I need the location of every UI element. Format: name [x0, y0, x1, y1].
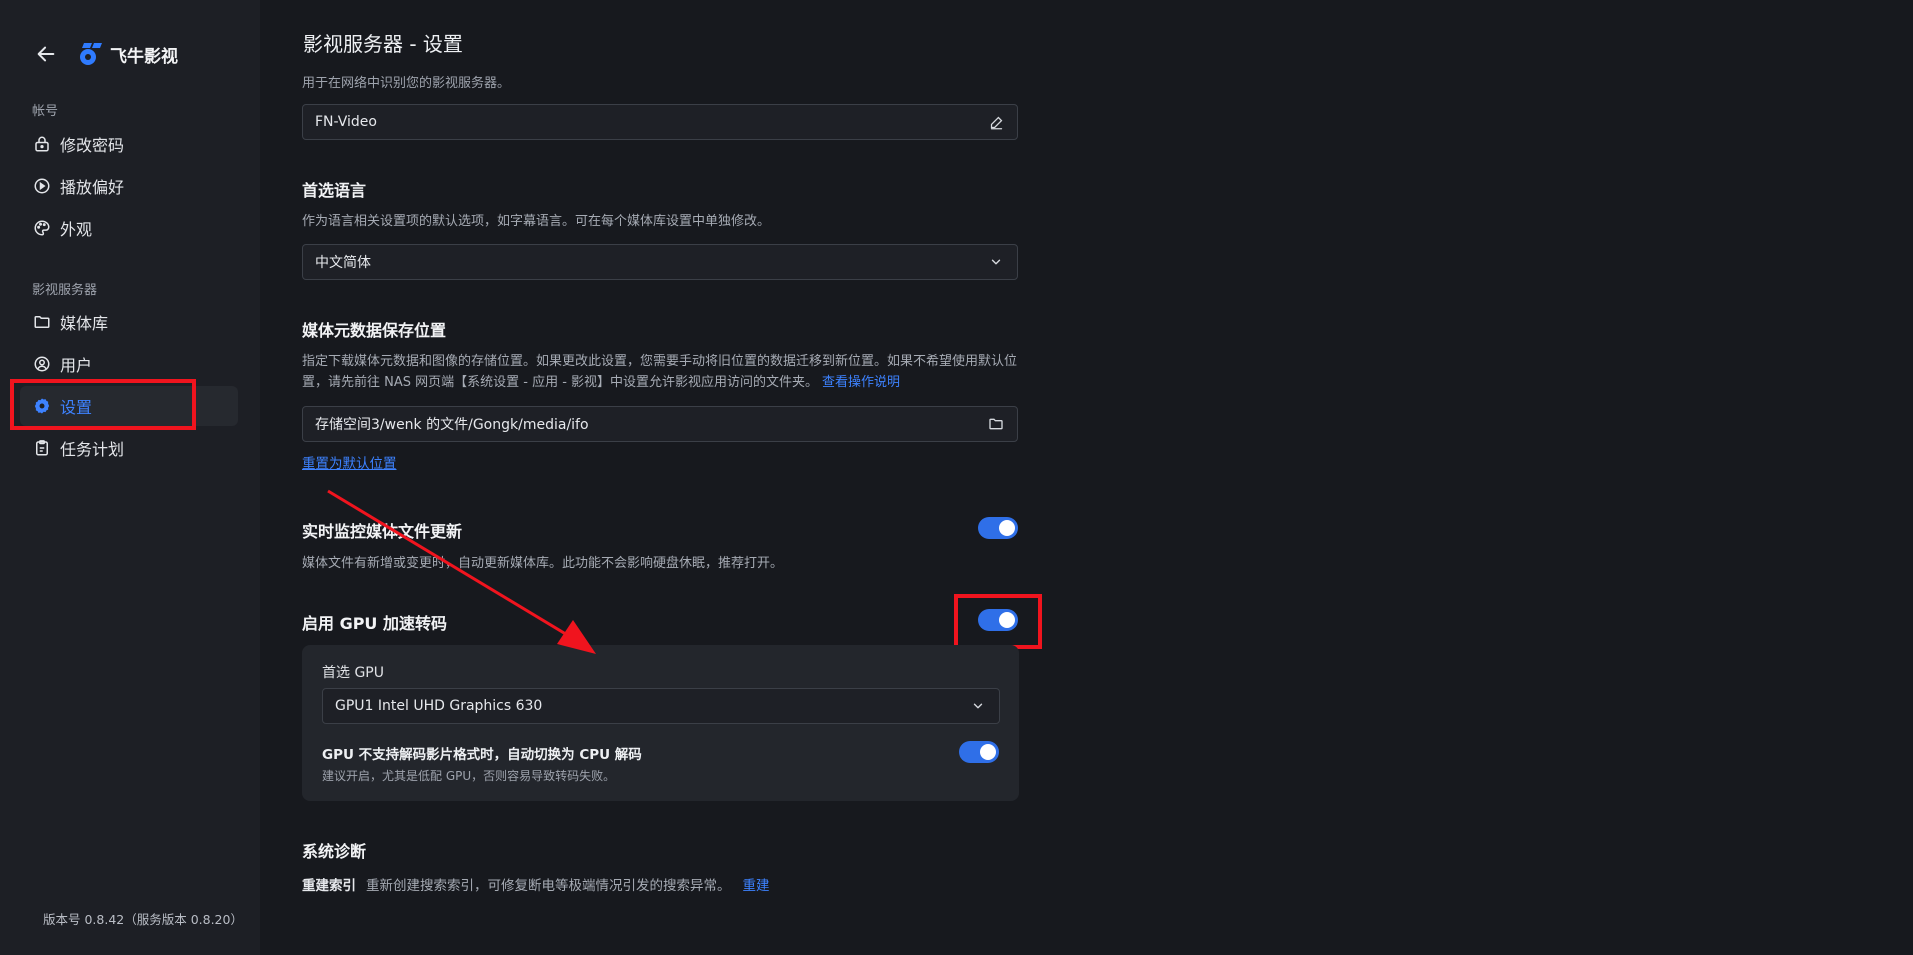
- sidebar-item-label: 外观: [60, 220, 93, 239]
- back-arrow-icon[interactable]: [32, 40, 60, 68]
- metadata-description: 指定下载媒体元数据和图像的存储位置。如果更改此设置，您需要手动将旧位置的数据迁移…: [302, 351, 1032, 393]
- sidebar-item-label: 设置: [60, 398, 93, 417]
- folder-icon: [32, 312, 52, 332]
- rebuild-index-description: 重新创建搜索索引，可修复断电等极端情况引发的搜索异常。: [366, 878, 731, 894]
- sidebar-item-label: 任务计划: [60, 440, 125, 459]
- server-name-value: FN-Video: [315, 114, 377, 130]
- toggle-knob: [980, 744, 996, 760]
- app-title: 飞牛影视: [110, 46, 178, 67]
- diagnostics-title: 系统诊断: [302, 842, 367, 861]
- sidebar-item-users[interactable]: 用户: [20, 344, 238, 384]
- metadata-description-text: 指定下载媒体元数据和图像的存储位置。如果更改此设置，您需要手动将旧位置的数据迁移…: [302, 354, 1018, 390]
- server-name-description: 用于在网络中识别您的影视服务器。: [302, 76, 511, 90]
- sidebar: 飞牛影视 帐号 修改密码 播放偏好 外观 影视服务器 媒体库 用户 设置 任务计…: [0, 0, 260, 955]
- rebuild-index-label: 重建索引: [302, 878, 356, 894]
- brand: 飞牛影视: [32, 38, 178, 70]
- palette-icon: [32, 218, 52, 238]
- scrollbar[interactable]: [1907, 0, 1913, 955]
- sidebar-item-media-library[interactable]: 媒体库: [20, 302, 238, 342]
- cpu-fallback-title: GPU 不支持解码影片格式时，自动切换为 CPU 解码: [322, 747, 642, 763]
- reset-default-location-link[interactable]: 重置为默认位置: [302, 452, 397, 472]
- language-selected-value: 中文简体: [315, 255, 371, 271]
- chevron-down-icon: [969, 697, 987, 715]
- sidebar-item-scheduled-tasks[interactable]: 任务计划: [20, 428, 238, 468]
- version-text: 版本号 0.8.42（服务版本 0.8.20）: [43, 912, 243, 927]
- metadata-path-input[interactable]: 存储空间3/wenk 的文件/Gongk/media/ifo: [302, 406, 1018, 442]
- help-link[interactable]: 查看操作说明: [822, 375, 900, 390]
- toggle-knob: [999, 520, 1015, 536]
- section-label-server: 影视服务器: [32, 283, 98, 298]
- play-circle-icon: [32, 176, 52, 196]
- app-logo-icon: [80, 43, 102, 65]
- sidebar-item-label: 媒体库: [60, 314, 109, 333]
- gpu-title: 启用 GPU 加速转码: [302, 614, 447, 633]
- annotation-arrow: [327, 489, 596, 654]
- lock-icon: [32, 134, 52, 154]
- preferred-gpu-select[interactable]: GPU1 Intel UHD Graphics 630: [322, 688, 1000, 724]
- cpu-fallback-description: 建议开启，尤其是低配 GPU，否则容易导致转码失败。: [322, 769, 616, 783]
- chevron-down-icon: [987, 253, 1005, 271]
- metadata-path-value: 存储空间3/wenk 的文件/Gongk/media/ifo: [315, 417, 589, 433]
- sidebar-item-playback-preference[interactable]: 播放偏好: [20, 166, 238, 206]
- rebuild-link[interactable]: 重建: [743, 874, 770, 894]
- realtime-monitor-toggle[interactable]: [978, 517, 1018, 539]
- realtime-monitor-title: 实时监控媒体文件更新: [302, 522, 463, 541]
- server-name-input[interactable]: FN-Video: [302, 104, 1018, 140]
- clipboard-icon: [32, 438, 52, 458]
- sidebar-item-label: 修改密码: [60, 136, 125, 155]
- folder-browse-icon[interactable]: [987, 415, 1005, 433]
- section-label-account: 帐号: [32, 104, 59, 119]
- metadata-title: 媒体元数据保存位置: [302, 321, 447, 340]
- sidebar-item-settings[interactable]: 设置: [20, 386, 238, 426]
- toggle-knob: [999, 612, 1015, 628]
- preferred-gpu-value: GPU1 Intel UHD Graphics 630: [335, 698, 543, 714]
- edit-pencil-icon[interactable]: [987, 113, 1005, 131]
- rebuild-index-row: 重建索引 重新创建搜索索引，可修复断电等极端情况引发的搜索异常。 重建: [302, 874, 770, 894]
- page-title: 影视服务器 - 设置: [303, 32, 463, 56]
- sidebar-item-label: 播放偏好: [60, 178, 125, 197]
- gpu-options-panel: 首选 GPU GPU1 Intel UHD Graphics 630 GPU 不…: [302, 645, 1019, 801]
- language-title: 首选语言: [302, 181, 367, 200]
- preferred-gpu-label: 首选 GPU: [322, 665, 384, 681]
- sidebar-item-change-password[interactable]: 修改密码: [20, 124, 238, 164]
- gear-icon: [32, 396, 52, 416]
- gpu-acceleration-toggle[interactable]: [978, 609, 1018, 631]
- sidebar-item-label: 用户: [60, 356, 93, 375]
- realtime-monitor-description: 媒体文件有新增或变更时，自动更新媒体库。此功能不会影响硬盘休眠，推荐打开。: [302, 556, 784, 571]
- user-circle-icon: [32, 354, 52, 374]
- cpu-fallback-toggle[interactable]: [959, 741, 999, 763]
- language-select[interactable]: 中文简体: [302, 244, 1018, 280]
- sidebar-item-appearance[interactable]: 外观: [20, 208, 238, 248]
- language-description: 作为语言相关设置项的默认选项，如字幕语言。可在每个媒体库设置中单独修改。: [302, 214, 771, 229]
